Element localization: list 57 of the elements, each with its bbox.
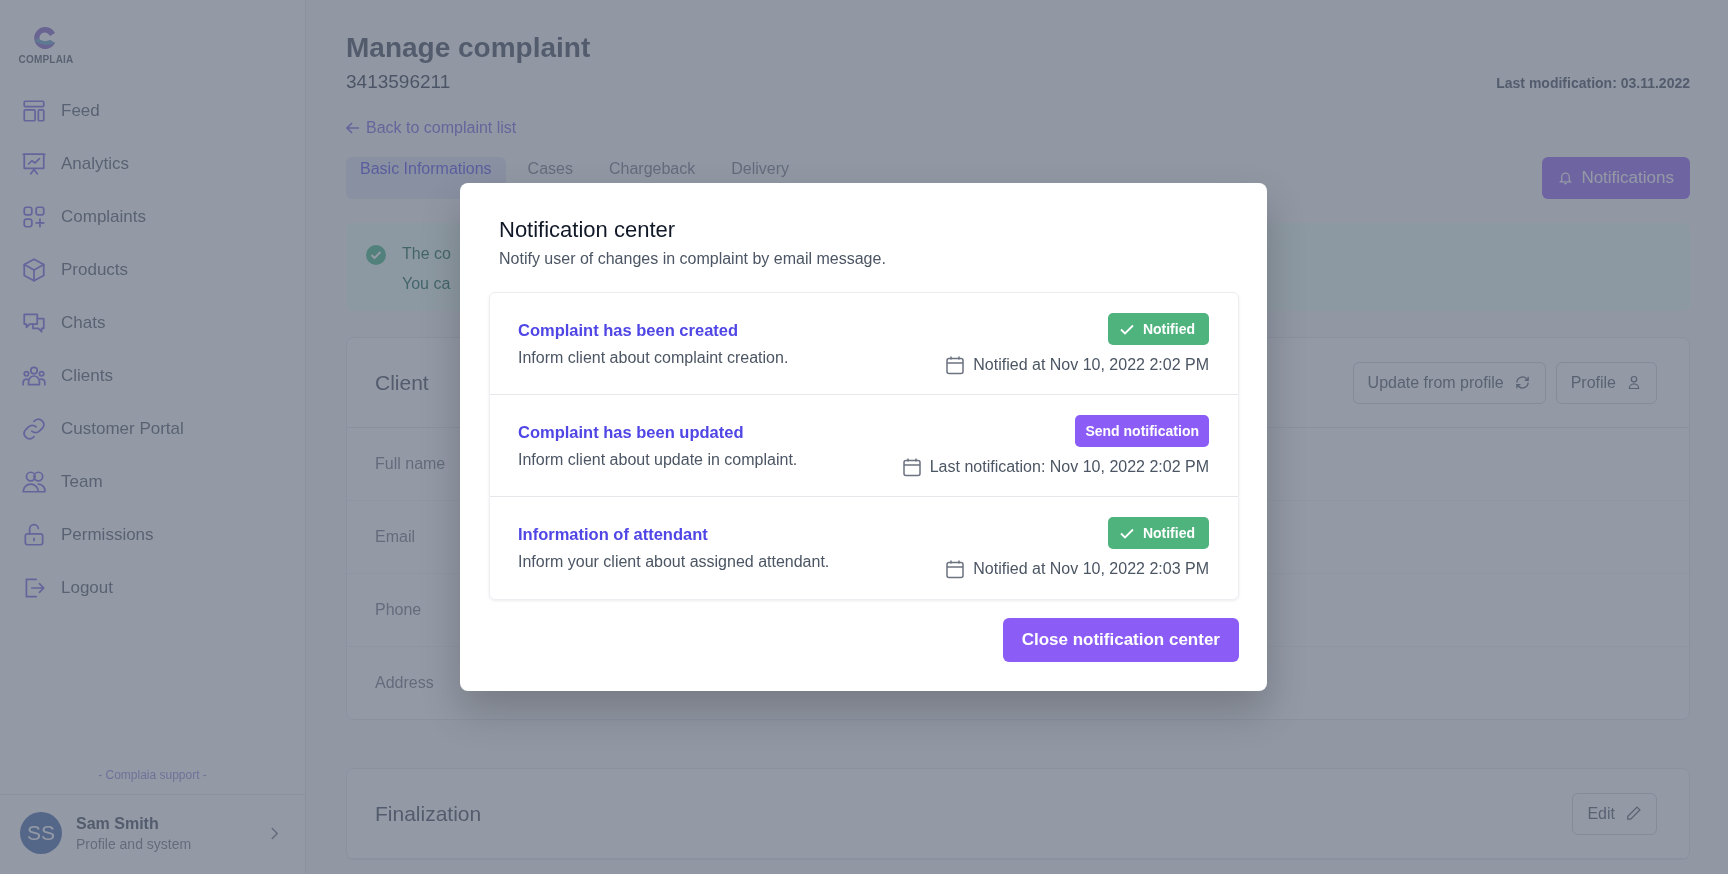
notification-title[interactable]: Information of attendant <box>518 525 708 544</box>
calendar-icon <box>945 559 966 579</box>
checkmark-icon <box>1119 527 1134 539</box>
link-icon <box>21 415 47 442</box>
unlocked-padlock-icon <box>21 521 47 548</box>
calendar-icon <box>901 457 922 477</box>
notified-badge: Notified <box>1107 313 1209 345</box>
page-title: Manage complaint <box>346 31 591 65</box>
refresh-icon <box>1513 374 1531 391</box>
nav-item[interactable]: Logout <box>0 561 113 614</box>
last-modification: Last modification: 03.11.2022 <box>1496 75 1690 91</box>
calendar-icon <box>945 355 966 375</box>
chevron-right-icon <box>270 825 279 841</box>
user-icon <box>1626 374 1642 391</box>
nav-item[interactable]: Chats <box>0 296 106 349</box>
logo-text: COMPLAIA <box>18 54 74 65</box>
nav-item[interactable]: Products <box>0 243 129 296</box>
modal-title: Notification center <box>499 216 676 244</box>
notification-description: Inform your client about assigned attendant. <box>518 553 830 571</box>
arrow-left-icon <box>346 122 360 134</box>
nav-item[interactable]: Clients <box>0 349 113 402</box>
nav-item[interactable]: Customer Portal <box>0 402 184 455</box>
nav-item[interactable]: Analytics <box>0 137 130 190</box>
notification-date: Notified at Nov 10, 2022 2:03 PM <box>973 560 1209 578</box>
checkmark-icon <box>1119 323 1134 335</box>
presentation-chart-icon <box>21 150 47 177</box>
shapes-icon <box>21 203 47 230</box>
close-button[interactable]: Close notification center <box>1002 618 1239 662</box>
user-name: Sam Smith <box>76 814 159 833</box>
notification-description: Inform client about update in complaint. <box>518 451 798 469</box>
users-icon <box>21 468 47 495</box>
nav-item[interactable]: Team <box>0 455 103 508</box>
alert-text: The co <box>402 245 451 263</box>
complaint-number: 3413596211 <box>346 71 451 93</box>
send-notification-button[interactable]: Send notification <box>1075 415 1209 447</box>
layout-icon <box>21 97 47 124</box>
notification-date: Last notification: Nov 10, 2022 2:02 PM <box>929 458 1209 476</box>
nav-item[interactable]: Complaints <box>0 190 147 243</box>
outline-button[interactable]: Update from profile <box>1352 361 1546 404</box>
nav-item[interactable]: Feed <box>0 84 100 137</box>
avatar: SS <box>20 812 62 854</box>
notification-title[interactable]: Complaint has been updated <box>518 423 744 442</box>
notification-title[interactable]: Complaint has been created <box>518 321 739 340</box>
edit-button[interactable]: Edit <box>1572 792 1657 835</box>
cube-icon <box>21 256 47 283</box>
bell-icon <box>1558 170 1574 186</box>
modal-subtitle: Notify user of changes in complaint by email message. <box>499 250 886 268</box>
notification-date: Notified at Nov 10, 2022 2:02 PM <box>973 356 1209 374</box>
card-title: Finalization <box>375 801 482 826</box>
notified-badge: Notified <box>1107 517 1209 549</box>
notification-description: Inform client about complaint creation. <box>518 349 789 367</box>
alert-text: You ca <box>402 275 451 293</box>
nav-item[interactable]: Permissions <box>0 508 154 561</box>
card-title: Client <box>375 370 429 395</box>
outline-button[interactable]: Profile <box>1555 361 1657 404</box>
check-circle-icon <box>366 245 386 265</box>
pencil-icon <box>1625 805 1642 822</box>
